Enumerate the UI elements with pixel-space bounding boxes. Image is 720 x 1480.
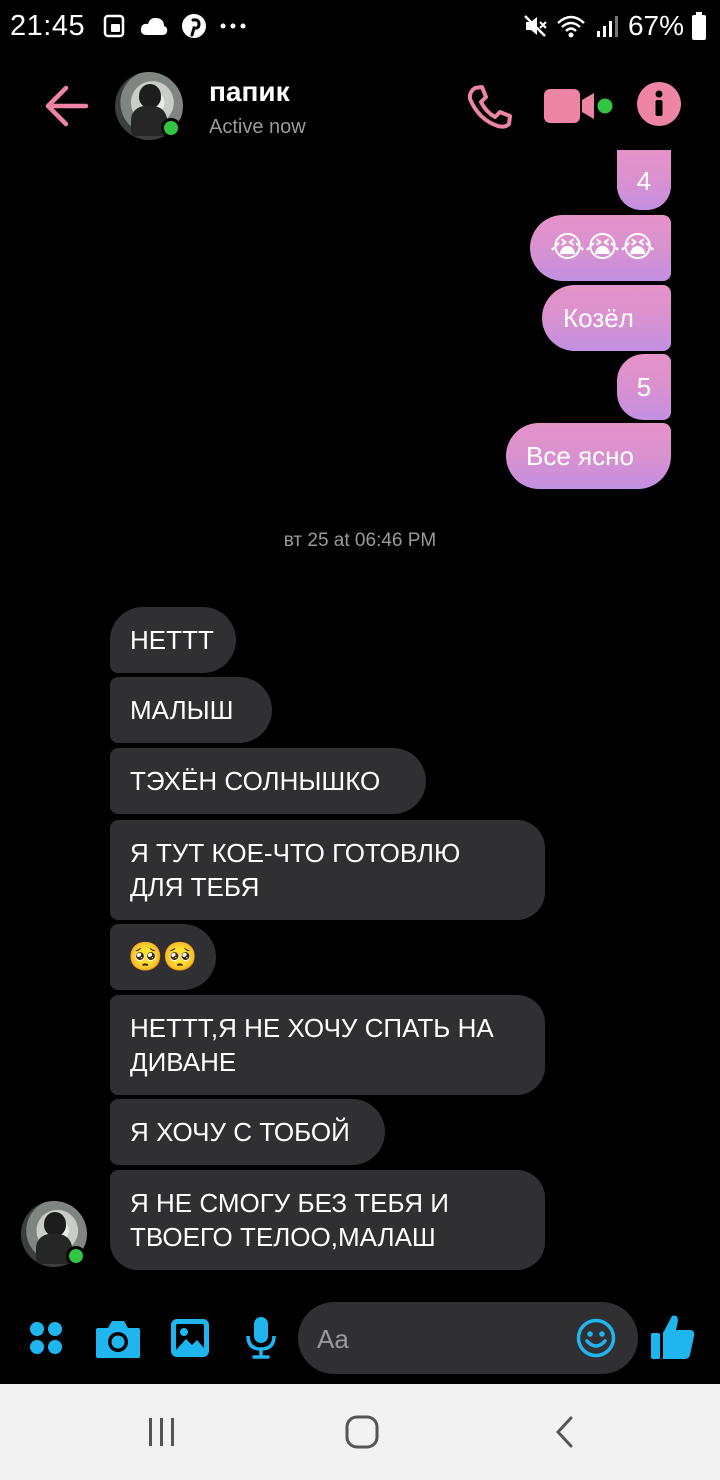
thumbs-up-icon: [651, 1315, 695, 1359]
battery-icon: [692, 12, 706, 40]
message-text: 🥺🥺: [128, 941, 198, 972]
status-system-icons: 67%: [522, 10, 706, 42]
wifi-icon: [557, 15, 585, 38]
gallery-button[interactable]: [170, 1318, 210, 1358]
message-text: Я ХОЧУ С ТОБОЙ: [130, 1117, 350, 1147]
status-bar: 21:45 67%: [0, 0, 720, 52]
message-bubble-incoming[interactable]: НЕТТТ: [110, 607, 236, 673]
message-text-line: ДЛЯ ТЕБЯ: [130, 872, 260, 902]
avatar-figure-head: [139, 84, 161, 108]
active-status: Active now: [209, 116, 306, 138]
like-button[interactable]: [650, 1313, 696, 1361]
message-text: ТЭХЁН СОЛНЫШКО: [130, 766, 381, 796]
cloud-icon: [140, 17, 168, 35]
sender-avatar[interactable]: [21, 1201, 87, 1267]
camera-icon: [96, 1321, 140, 1358]
recent-apps-button[interactable]: [146, 1414, 178, 1450]
message-bubble-incoming[interactable]: МАЛЫШ: [110, 677, 272, 743]
chevron-left-icon: [556, 1416, 573, 1448]
status-time: 21:45: [10, 9, 86, 42]
smiley-icon: [576, 1318, 616, 1358]
four-dots-icon: [30, 1322, 62, 1354]
online-indicator: [161, 118, 181, 138]
mute-icon: [524, 15, 547, 37]
message-bubble-incoming[interactable]: Я ХОЧУ С ТОБОЙ: [110, 1099, 385, 1165]
message-text: Козёл: [563, 303, 634, 333]
message-text: 4: [636, 166, 652, 196]
conversation-timestamp: вт 25 at 06:46 PM: [283, 530, 437, 551]
message-bubble-outgoing[interactable]: 4: [617, 150, 671, 210]
emoji-button[interactable]: [576, 1318, 616, 1358]
sim-card-icon: [103, 14, 125, 38]
voice-message-button[interactable]: [245, 1316, 277, 1360]
message-text-line: Я НЕ СМОГУ БЕЗ ТЕБЯ И: [130, 1188, 449, 1218]
video-camera-icon: [544, 89, 613, 123]
pinterest-icon: [182, 14, 207, 38]
message-bubble-incoming[interactable]: ТЭХЁН СОЛНЫШКО: [110, 748, 426, 814]
message-text: МАЛЫШ: [130, 695, 234, 725]
message-bubble-incoming[interactable]: Я НЕ СМОГУ БЕЗ ТЕБЯ И ТВОЕГО ТЕЛОО,МАЛАШ: [110, 1170, 545, 1270]
message-text-line: ДИВАНЕ: [130, 1047, 237, 1077]
home-icon: [345, 1415, 379, 1449]
camera-button[interactable]: [94, 1316, 142, 1360]
message-input[interactable]: Aa: [298, 1302, 638, 1374]
online-indicator: [66, 1246, 86, 1266]
message-text: НЕТТТ: [130, 625, 214, 655]
back-button[interactable]: [44, 84, 90, 128]
message-text-line: ТВОЕГО ТЕЛОО,МАЛАШ: [130, 1222, 436, 1252]
back-arrow-icon: [45, 85, 89, 127]
message-text: Все ясно: [526, 441, 634, 471]
avatar-figure-head: [44, 1212, 66, 1236]
voice-call-button[interactable]: [465, 84, 513, 130]
message-bubble-outgoing[interactable]: 😭😭😭: [530, 215, 671, 281]
status-notification-icons: [101, 13, 247, 39]
signal-icon: [596, 16, 618, 37]
video-call-button[interactable]: [542, 86, 616, 126]
image-icon: [171, 1319, 209, 1357]
contact-name[interactable]: папик: [209, 76, 290, 108]
recent-apps-icon: [149, 1418, 174, 1446]
message-text-line: Я ТУТ КОЕ-ЧТО ГОТОВЛЮ: [130, 838, 461, 868]
message-text: 5: [636, 372, 652, 402]
message-bubble-incoming[interactable]: 🥺🥺: [110, 924, 216, 990]
info-icon: [655, 90, 663, 116]
message-bubble-outgoing[interactable]: Козёл: [542, 285, 671, 351]
info-button[interactable]: [637, 82, 681, 126]
message-bubble-incoming[interactable]: Я ТУТ КОЕ-ЧТО ГОТОВЛЮ ДЛЯ ТЕБЯ: [110, 820, 545, 920]
conversation-header: папик Active now: [0, 56, 720, 156]
message-input-placeholder: Aa: [317, 1324, 349, 1354]
more-icon: [220, 23, 246, 29]
contact-avatar[interactable]: [115, 72, 183, 140]
more-actions-button[interactable]: [28, 1318, 64, 1358]
message-text: 😭😭😭: [550, 231, 656, 264]
home-button[interactable]: [344, 1414, 380, 1450]
battery-percent: 67%: [627, 10, 684, 41]
microphone-icon: [246, 1317, 276, 1359]
message-text-line: НЕТТТ,Я НЕ ХОЧУ СПАТЬ НА: [130, 1013, 494, 1043]
phone-icon: [467, 85, 512, 129]
message-bubble-outgoing[interactable]: Все ясно: [506, 423, 671, 489]
system-navigation-bar: [0, 1384, 720, 1480]
system-back-button[interactable]: [552, 1414, 578, 1450]
message-bubble-outgoing[interactable]: 5: [617, 354, 671, 420]
message-bubble-incoming[interactable]: НЕТТТ,Я НЕ ХОЧУ СПАТЬ НА ДИВАНЕ: [110, 995, 545, 1095]
